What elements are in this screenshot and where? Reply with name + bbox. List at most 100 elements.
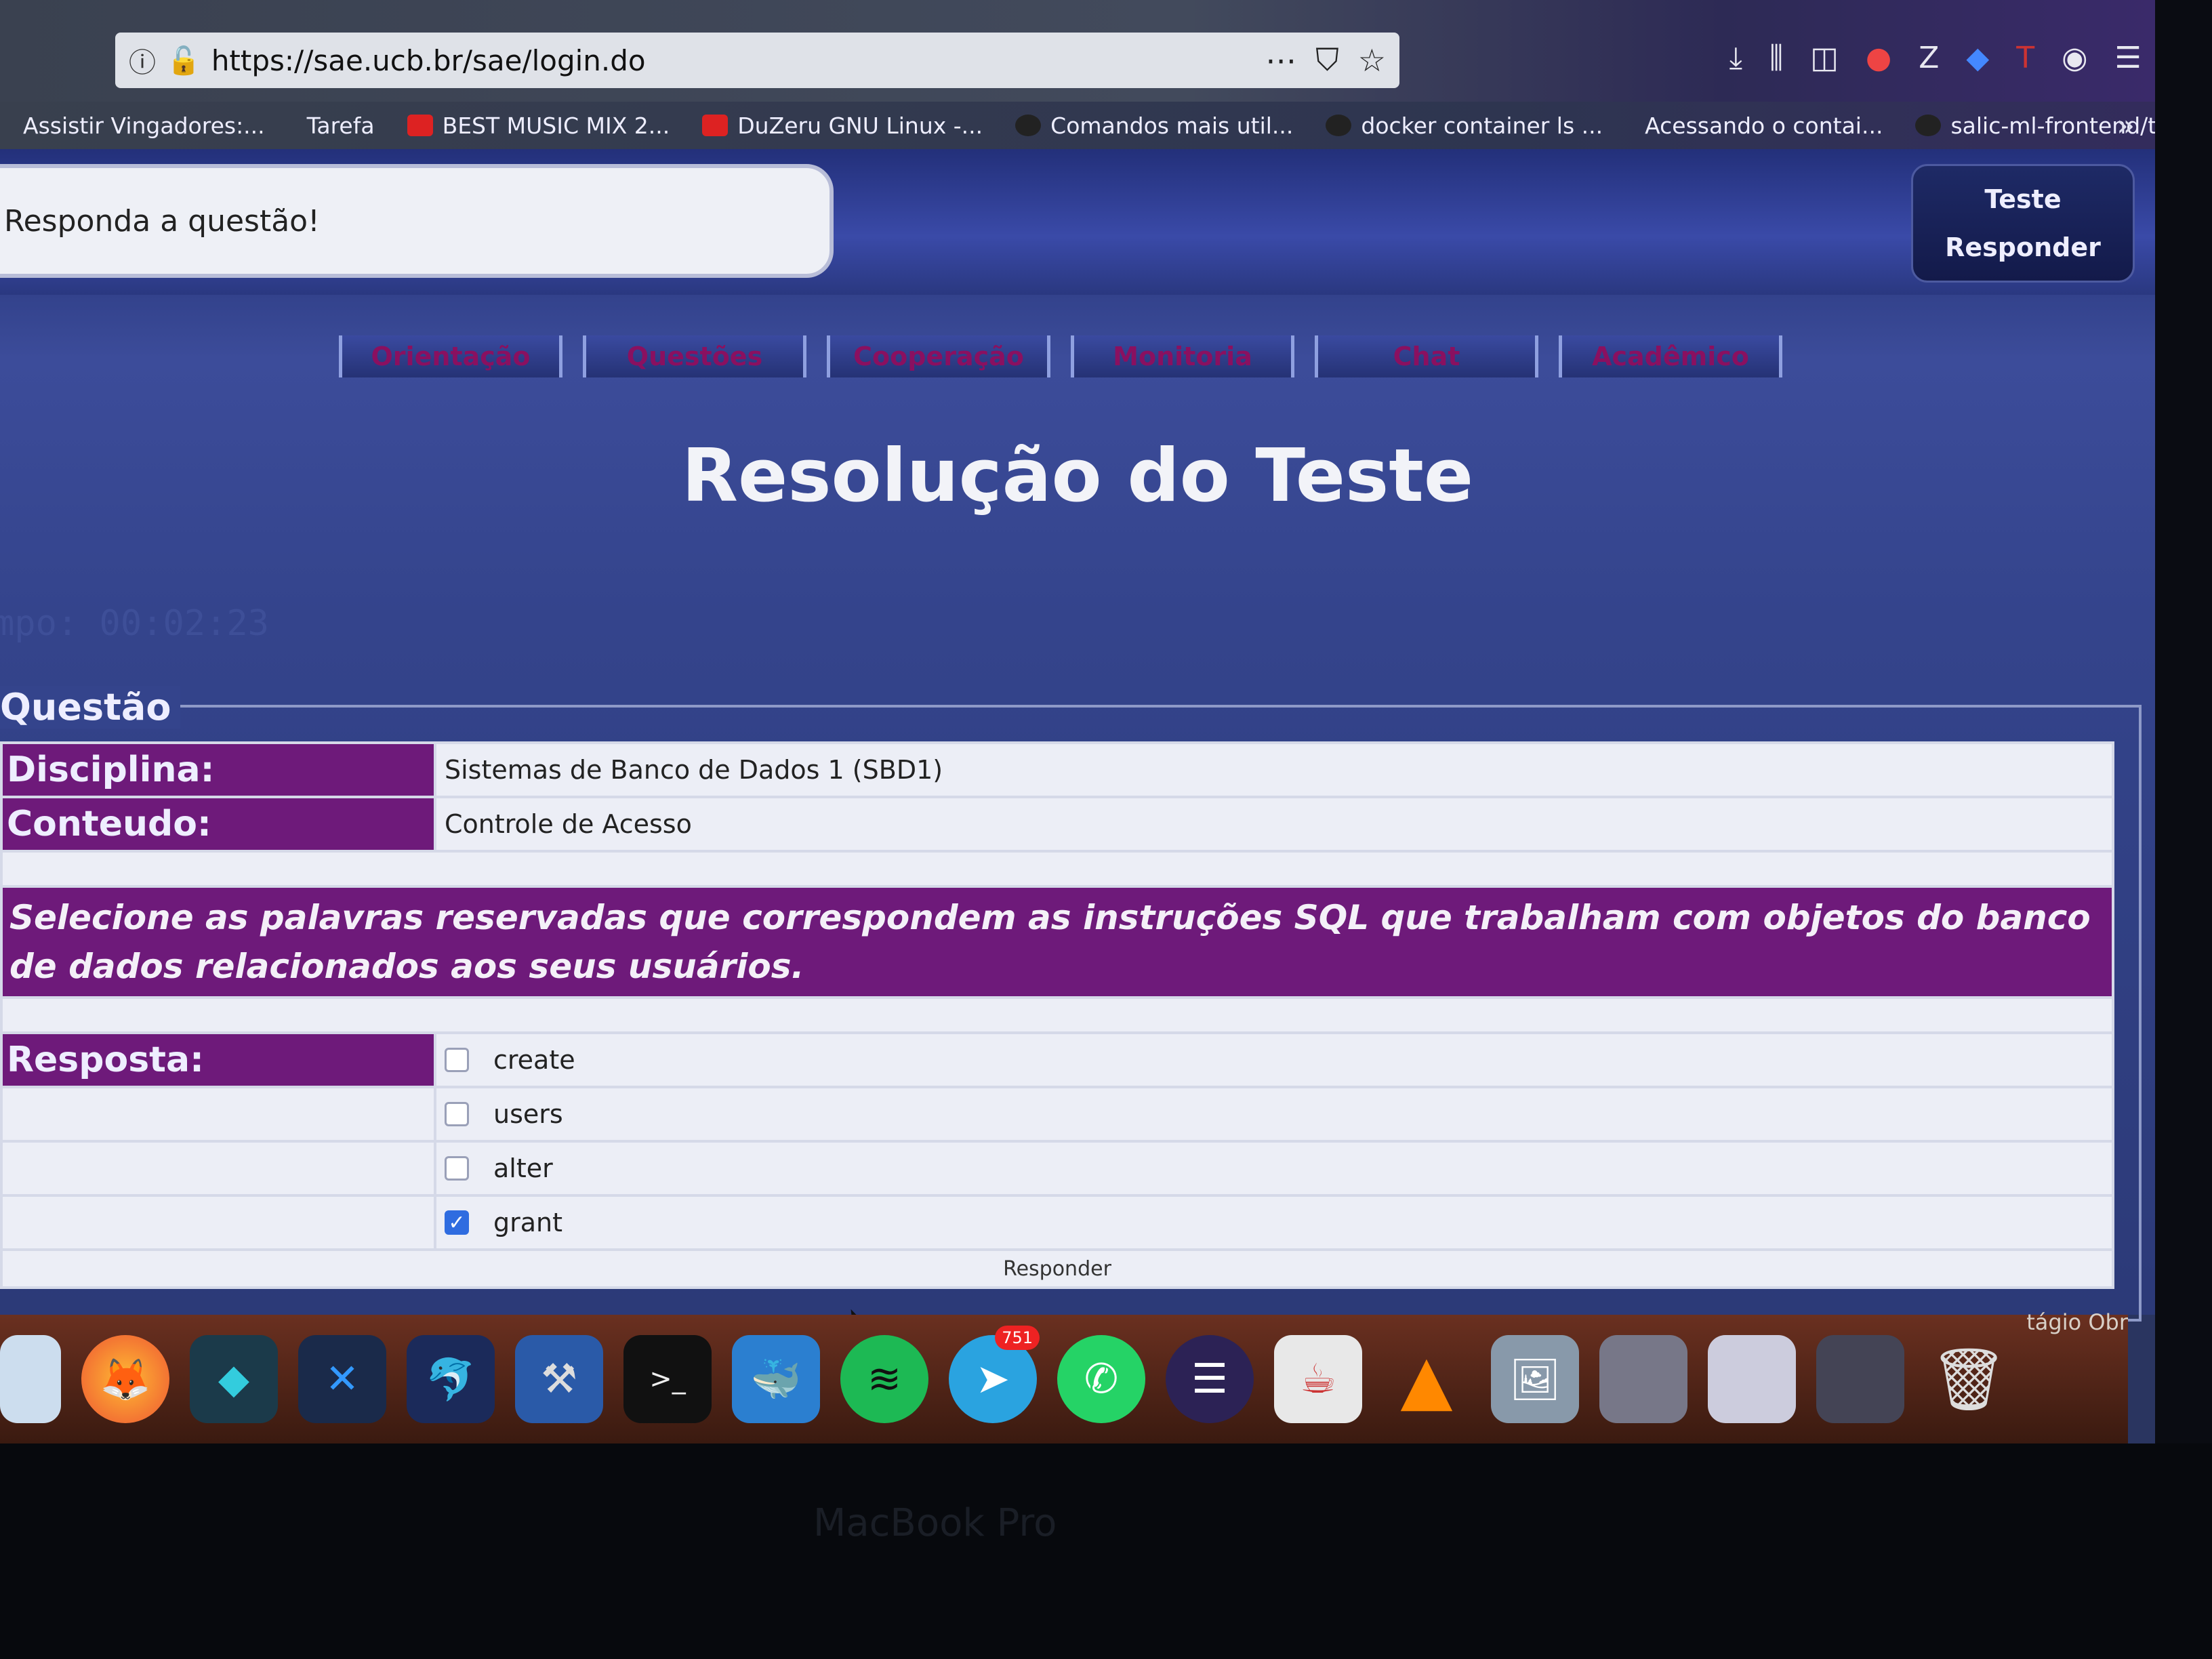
- page-title: Resolução do Teste: [681, 434, 1474, 518]
- table-row: [0, 850, 2114, 888]
- option-label: users: [493, 1099, 563, 1129]
- option-users[interactable]: users: [445, 1099, 2112, 1129]
- nav-monitoria[interactable]: Monitoria: [1071, 335, 1294, 377]
- vlc-icon[interactable]: ▲: [1382, 1335, 1471, 1423]
- option-grant[interactable]: ✓ grant: [445, 1208, 2112, 1237]
- question-table: Disciplina: Sistemas de Banco de Dados 1…: [0, 741, 2114, 1289]
- url-text[interactable]: https://sae.ucb.br/sae/login.do: [211, 44, 1246, 77]
- vscode-icon[interactable]: ✕: [298, 1335, 386, 1423]
- disciplina-value: Sistemas de Banco de Dados 1 (SBD1): [434, 741, 2114, 798]
- answer-row: Resposta: create: [0, 1031, 2114, 1088]
- bookmark-item[interactable]: Comandos mais util...: [1015, 112, 1293, 139]
- github-icon: [1915, 115, 1942, 136]
- web-page: Responda a questão! Teste Responder Orie…: [0, 149, 2155, 1338]
- lock-icon: 🔓: [167, 45, 201, 77]
- extension-icon[interactable]: ◆: [1966, 41, 1989, 75]
- terminal-icon[interactable]: >_: [623, 1335, 712, 1423]
- nav-chat[interactable]: Chat: [1315, 335, 1538, 377]
- empty-label-cell: [0, 1140, 436, 1197]
- question-legend: Questão: [0, 686, 181, 729]
- more-actions-icon[interactable]: ⋯: [1265, 42, 1296, 79]
- bookmark-item[interactable]: BEST MUSIC MIX 2...: [407, 112, 670, 139]
- empty-label-cell: [0, 1194, 436, 1251]
- adblock-icon[interactable]: ●: [1866, 41, 1891, 75]
- youtube-icon: [702, 115, 729, 136]
- responder-header-button[interactable]: Responder: [1945, 232, 2101, 262]
- dock-window-label: tágio Obr: [2026, 1309, 2128, 1335]
- whatsapp-icon[interactable]: ✆: [1057, 1335, 1145, 1423]
- nav-academico[interactable]: Acadêmico: [1559, 335, 1782, 377]
- docker-icon[interactable]: 🐳: [732, 1335, 820, 1423]
- resposta-label: Resposta:: [0, 1031, 436, 1088]
- checkbox[interactable]: [445, 1102, 469, 1126]
- option-label: create: [493, 1045, 575, 1075]
- sidebar-icon[interactable]: ◫: [1810, 41, 1839, 75]
- bookmarks-bar: Assistir Vingadores:... Tarefa BEST MUSI…: [0, 102, 2155, 149]
- download-icon[interactable]: ⤓: [1729, 41, 1742, 75]
- minimized-window-icon[interactable]: [1816, 1335, 1904, 1423]
- bookmark-item[interactable]: DuZeru GNU Linux -...: [702, 112, 983, 139]
- mysql-workbench-icon[interactable]: 🐬: [407, 1335, 495, 1423]
- firefox-icon[interactable]: 🦊: [81, 1335, 169, 1423]
- info-icon[interactable]: ⓘ: [129, 41, 156, 80]
- nav-questoes[interactable]: Questões: [583, 335, 806, 377]
- browser-toolbar: ⓘ 🔓 https://sae.ucb.br/sae/login.do ⋯ ⛉ …: [0, 0, 2155, 102]
- bookmark-item[interactable]: Tarefa: [298, 112, 375, 139]
- header-button-group: Teste Responder: [1911, 164, 2135, 283]
- screen: ⓘ 🔓 https://sae.ucb.br/sae/login.do ⋯ ⛉ …: [0, 0, 2155, 1443]
- spotify-icon[interactable]: ≋: [840, 1335, 928, 1423]
- bezel-label: MacBook Pro: [813, 1501, 1057, 1545]
- menu-icon[interactable]: ☰: [2115, 41, 2142, 75]
- option-create[interactable]: create: [445, 1045, 2112, 1075]
- telegram-icon[interactable]: ➤ 751: [949, 1326, 1040, 1423]
- answer-row: alter: [0, 1140, 2114, 1197]
- disciplina-label: Disciplina:: [0, 741, 436, 798]
- toolbar-icons: ⤓ ⫼ ◫ ● Z ◆ T ◉ ☰: [1729, 41, 2142, 75]
- checkbox-checked[interactable]: ✓: [445, 1210, 469, 1235]
- table-row: Conteudo: Controle de Acesso: [0, 796, 2114, 853]
- minimized-window-icon[interactable]: [1599, 1335, 1687, 1423]
- sequel-ace-icon[interactable]: ◆: [190, 1335, 278, 1423]
- nav-cooperacao[interactable]: Cooperação: [827, 335, 1050, 377]
- option-label: alter: [493, 1153, 553, 1183]
- teste-button[interactable]: Teste: [1984, 184, 2061, 214]
- bookmark-item[interactable]: docker container ls ...: [1326, 112, 1603, 139]
- responder-submit-button[interactable]: Responder: [0, 1248, 2114, 1289]
- screen-edge: [2155, 0, 2212, 1443]
- library-icon[interactable]: ⫼: [1769, 41, 1783, 75]
- zotero-icon[interactable]: Z: [1919, 41, 1939, 75]
- translate-icon[interactable]: T: [2016, 41, 2034, 75]
- eclipse-icon[interactable]: ☰: [1166, 1335, 1254, 1423]
- laptop-bezel: [0, 1443, 2212, 1659]
- bookmark-item[interactable]: Acessando o contai...: [1635, 112, 1883, 139]
- java-icon[interactable]: ☕: [1274, 1335, 1362, 1423]
- prompt-banner: Responda a questão!: [0, 164, 834, 278]
- checkbox[interactable]: [445, 1048, 469, 1072]
- spacer-cell: [0, 850, 2114, 888]
- bookmarks-overflow-icon[interactable]: »: [2116, 108, 2135, 143]
- option-alter[interactable]: alter: [445, 1153, 2112, 1183]
- checkbox[interactable]: [445, 1156, 469, 1181]
- url-bar[interactable]: ⓘ 🔓 https://sae.ucb.br/sae/login.do ⋯ ⛉ …: [115, 33, 1399, 88]
- spacer-cell: [0, 996, 2114, 1034]
- table-row: [0, 996, 2114, 1034]
- bookmark-favicon-icon: [1015, 115, 1042, 136]
- xcode-icon[interactable]: ⚒: [515, 1335, 603, 1423]
- trash-icon[interactable]: 🗑: [1925, 1335, 2013, 1423]
- pocket-icon[interactable]: ⛉: [1315, 41, 1339, 79]
- youtube-icon: [407, 115, 433, 136]
- answer-row: ✓ grant: [0, 1194, 2114, 1251]
- main-nav: Orientação Questões Cooperação Monitoria…: [339, 335, 1782, 377]
- bookmark-favicon-icon: [1326, 115, 1352, 136]
- finder-icon[interactable]: [0, 1335, 61, 1423]
- answer-row: users: [0, 1086, 2114, 1143]
- bookmark-star-icon[interactable]: ☆: [1358, 42, 1386, 79]
- table-row: Responder: [0, 1248, 2114, 1289]
- account-icon[interactable]: ◉: [2062, 41, 2087, 75]
- minimized-window-icon[interactable]: [1708, 1335, 1796, 1423]
- macos-dock: 🦊 ◆ ✕ 🐬 ⚒ >_ 🐳 ≋ ➤ 751 ✆ ☰ ☕ ▲ 🖼 🗑: [0, 1315, 2128, 1443]
- bookmark-item[interactable]: Assistir Vingadores:...: [14, 112, 265, 139]
- preview-icon[interactable]: 🖼: [1491, 1335, 1579, 1423]
- timer: mpo: 00:02:23: [0, 603, 269, 644]
- nav-orientacao[interactable]: Orientação: [339, 335, 562, 377]
